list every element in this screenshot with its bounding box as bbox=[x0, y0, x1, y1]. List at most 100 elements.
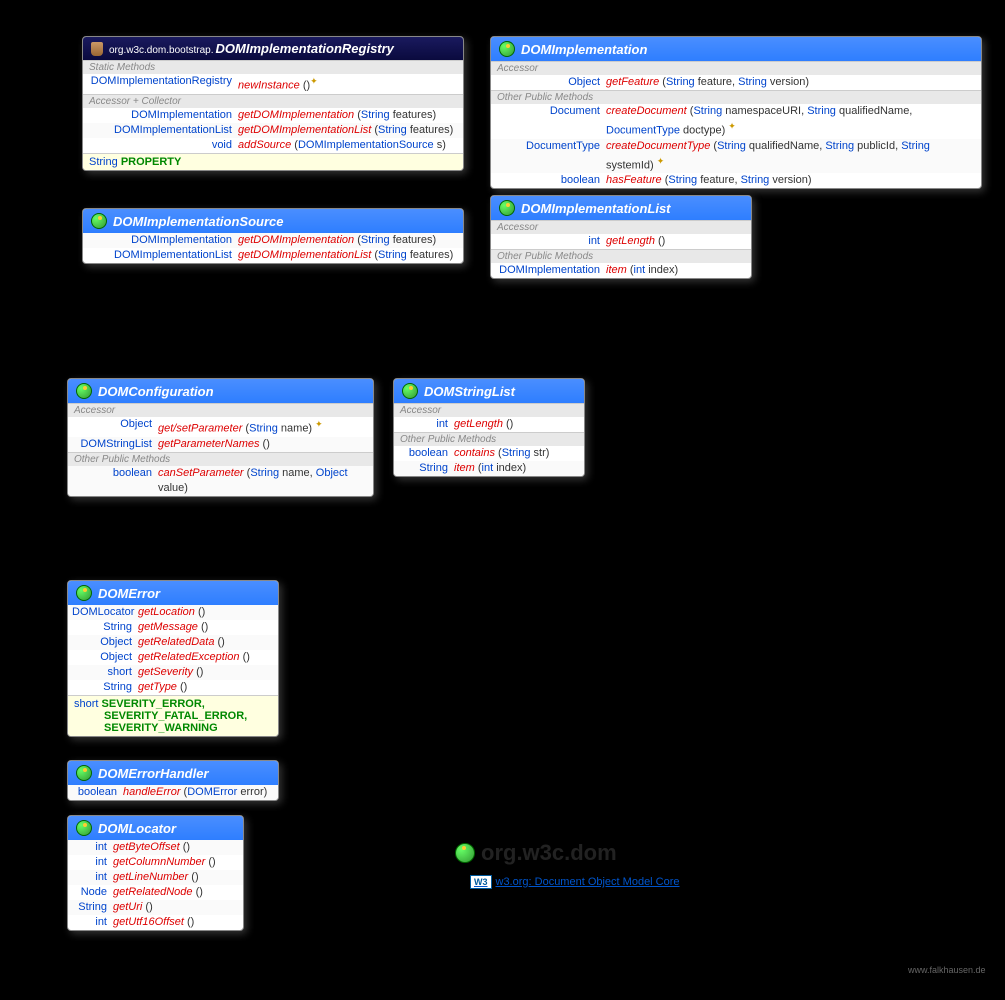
w3-link[interactable]: W3 w3.org: Document Object Model Core bbox=[470, 875, 680, 889]
method-row: DOMImplementation getDOMImplementation (… bbox=[83, 108, 463, 123]
return-type: DOMStringList bbox=[72, 437, 158, 452]
class-header: DOMLocator bbox=[68, 816, 243, 840]
class-dom-error: DOMError DOMLocatorgetLocation () String… bbox=[67, 580, 279, 737]
class-title: DOMImplementationSource bbox=[113, 214, 283, 229]
return-type: boolean bbox=[398, 446, 454, 461]
class-header: DOMImplementationList bbox=[491, 196, 751, 220]
class-header: DOMStringList bbox=[394, 379, 584, 403]
method-row: DOMImplementation getDOMImplementation (… bbox=[83, 233, 463, 248]
section-label: Accessor bbox=[491, 220, 751, 234]
section-label: Accessor bbox=[394, 403, 584, 417]
class-dom-implementation: DOMImplementation Accessor Object getFea… bbox=[490, 36, 982, 189]
section-label: Static Methods bbox=[83, 60, 463, 74]
return-type: int bbox=[72, 840, 113, 855]
class-dom-error-handler: DOMErrorHandler boolean handleError (DOM… bbox=[67, 760, 279, 801]
return-type: String bbox=[72, 900, 113, 915]
return-type: int bbox=[72, 915, 113, 930]
interface-icon bbox=[76, 383, 92, 399]
package-prefix: org.w3c.dom.bootstrap. bbox=[109, 45, 214, 56]
method-name: newInstance bbox=[238, 80, 300, 92]
return-type: DOMImplementation bbox=[495, 263, 606, 278]
method-row: NodegetRelatedNode () bbox=[68, 885, 243, 900]
method-name: getDOMImplementationList bbox=[238, 124, 371, 136]
return-type: Object bbox=[495, 75, 606, 90]
return-type: int bbox=[398, 417, 454, 432]
interface-icon bbox=[76, 585, 92, 601]
throws-marker: ✦ bbox=[310, 76, 318, 86]
const-type: short bbox=[74, 698, 98, 710]
class-header: DOMConfiguration bbox=[68, 379, 373, 403]
method-row: Object getFeature (String feature, Strin… bbox=[491, 75, 981, 90]
return-type: DOMImplementationList bbox=[87, 123, 238, 138]
method-row: Document createDocument (String namespac… bbox=[491, 104, 981, 139]
class-title: DOMImplementation bbox=[521, 42, 647, 57]
return-type: DOMImplementationList bbox=[87, 248, 238, 263]
method-row: shortgetSeverity () bbox=[68, 665, 278, 680]
interface-icon bbox=[499, 200, 515, 216]
method-row: int getLength () bbox=[394, 417, 584, 432]
class-icon bbox=[91, 42, 103, 56]
constants-row: short SEVERITY_ERROR, SEVERITY_FATAL_ERR… bbox=[68, 695, 278, 736]
method-row: Object get/setParameter (String name) ✦ bbox=[68, 417, 373, 437]
return-type: DOMImplementation bbox=[87, 233, 238, 248]
class-title: DOMImplementationRegistry bbox=[216, 41, 394, 56]
class-dom-string-list: DOMStringList Accessor int getLength () … bbox=[393, 378, 585, 477]
w3-link-text: w3.org: Document Object Model Core bbox=[496, 876, 680, 888]
method-row: intgetUtf16Offset () bbox=[68, 915, 243, 930]
method-name: getDOMImplementation bbox=[238, 109, 354, 121]
package-icon bbox=[455, 843, 475, 863]
const-type: String bbox=[89, 156, 118, 168]
class-dom-configuration: DOMConfiguration Accessor Object get/set… bbox=[67, 378, 374, 497]
footer-credit[interactable]: www.falkhausen.de bbox=[908, 965, 986, 975]
class-header: DOMImplementationSource bbox=[83, 209, 463, 233]
class-dom-implementation-registry: org.w3c.dom.bootstrap.DOMImplementationR… bbox=[82, 36, 464, 171]
class-title: DOMLocator bbox=[98, 821, 176, 836]
return-type: Object bbox=[72, 635, 138, 650]
return-type: boolean bbox=[72, 785, 123, 800]
section-label: Other Public Methods bbox=[394, 432, 584, 446]
interface-icon bbox=[76, 820, 92, 836]
method-row: DocumentType createDocumentType (String … bbox=[491, 139, 981, 174]
method-row: DOMLocatorgetLocation () bbox=[68, 605, 278, 620]
return-type: DOMLocator bbox=[72, 605, 138, 620]
section-label: Other Public Methods bbox=[68, 452, 373, 466]
class-title: DOMError bbox=[98, 586, 160, 601]
method-row: intgetColumnNumber () bbox=[68, 855, 243, 870]
package-title-text: org.w3c.dom bbox=[481, 840, 617, 866]
method-row: ObjectgetRelatedException () bbox=[68, 650, 278, 665]
method-row: DOMImplementationList getDOMImplementati… bbox=[83, 123, 463, 138]
section-label: Accessor bbox=[491, 61, 981, 75]
return-type: boolean bbox=[495, 173, 606, 188]
return-type: DocumentType bbox=[495, 139, 606, 174]
class-header: org.w3c.dom.bootstrap.DOMImplementationR… bbox=[83, 37, 463, 60]
section-label: Other Public Methods bbox=[491, 249, 751, 263]
params: () bbox=[300, 80, 310, 92]
method-row: intgetByteOffset () bbox=[68, 840, 243, 855]
return-type: int bbox=[72, 870, 113, 885]
return-type: int bbox=[495, 234, 606, 249]
method-row: String item (int index) bbox=[394, 461, 584, 476]
return-type: Object bbox=[72, 650, 138, 665]
section-label: Other Public Methods bbox=[491, 90, 981, 104]
method-row: StringgetMessage () bbox=[68, 620, 278, 635]
interface-icon bbox=[402, 383, 418, 399]
return-type: Object bbox=[72, 417, 158, 437]
class-title: DOMStringList bbox=[424, 384, 515, 399]
const-name: SEVERITY_ERROR, bbox=[102, 698, 205, 710]
method-row: ObjectgetRelatedData () bbox=[68, 635, 278, 650]
method-row: StringgetUri () bbox=[68, 900, 243, 915]
interface-icon bbox=[76, 765, 92, 781]
class-dom-locator: DOMLocator intgetByteOffset () intgetCol… bbox=[67, 815, 244, 931]
section-label: Accessor + Collector bbox=[83, 94, 463, 108]
return-type: String bbox=[72, 620, 138, 635]
method-name: addSource bbox=[238, 139, 291, 151]
const-name: SEVERITY_FATAL_ERROR, bbox=[104, 710, 247, 722]
class-dom-implementation-list: DOMImplementationList Accessor int getLe… bbox=[490, 195, 752, 279]
class-title: DOMErrorHandler bbox=[98, 766, 209, 781]
return-type: Node bbox=[72, 885, 113, 900]
return-type: int bbox=[72, 855, 113, 870]
interface-icon bbox=[91, 213, 107, 229]
const-name: SEVERITY_WARNING bbox=[104, 722, 218, 734]
class-header: DOMErrorHandler bbox=[68, 761, 278, 785]
method-row: boolean canSetParameter (String name, Ob… bbox=[68, 466, 373, 496]
